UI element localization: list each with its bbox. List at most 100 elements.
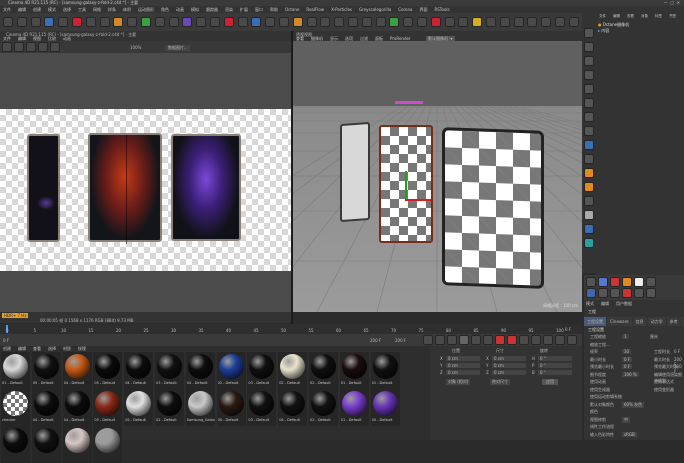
xp-icon[interactable]: [586, 288, 596, 298]
menu-item[interactable]: 运动图形: [138, 6, 154, 13]
tool-icon[interactable]: [646, 288, 656, 298]
palette-tool-icon[interactable]: [584, 70, 594, 80]
menu-item[interactable]: 渲染: [225, 6, 233, 13]
toolbar-tool-icon[interactable]: [403, 17, 414, 27]
material-swatch[interactable]: 01 - Default: [339, 389, 369, 426]
position-key-icon[interactable]: [531, 335, 541, 345]
coord-field[interactable]: 0 cm: [492, 356, 526, 361]
palette-tool-icon[interactable]: [584, 238, 594, 248]
menu-item[interactable]: 角色: [161, 6, 169, 13]
coord-field[interactable]: 0 cm: [492, 363, 526, 368]
toolbar-tool-icon[interactable]: [375, 17, 386, 27]
timeline-ruler[interactable]: 0 5 10 15 20 25 30 35 40 45 50 55 60 65 70 75 80 85 90 95 10…: [0, 324, 582, 334]
coord-field[interactable]: 0 °: [538, 356, 572, 361]
palette-tool-icon[interactable]: [584, 42, 594, 52]
material-swatch[interactable]: 04 - Default: [185, 352, 215, 389]
toolbar-tool-icon[interactable]: [44, 17, 55, 27]
palette-tool-icon[interactable]: [584, 112, 594, 122]
toolbar-tool-icon[interactable]: [279, 17, 289, 27]
toolbar-tool-icon[interactable]: [3, 17, 13, 27]
redshift-icon[interactable]: [610, 277, 620, 287]
attribute-value-2[interactable]: 0 F: [674, 349, 680, 354]
menu-item[interactable]: 网格: [93, 6, 101, 13]
render-icon[interactable]: [2, 42, 12, 52]
menu-item[interactable]: 模式: [48, 6, 56, 13]
toolbar-tool-icon[interactable]: [444, 17, 455, 27]
menu-item[interactable]: X-Particles: [331, 6, 352, 13]
coord-field[interactable]: 0 °: [538, 363, 572, 368]
material-swatch[interactable]: checker: [1, 389, 30, 426]
octane-icon[interactable]: [598, 277, 608, 287]
object-row-camera[interactable]: ● Octane摄像机: [598, 22, 682, 27]
palette-tool-icon[interactable]: [584, 140, 594, 150]
record-key-icon[interactable]: [495, 335, 505, 345]
material-swatch[interactable]: 01 - Default: [370, 352, 400, 389]
toolbar-tool-icon[interactable]: [85, 17, 96, 27]
palette-tool-icon[interactable]: [584, 84, 594, 94]
menu-item[interactable]: 标签: [655, 14, 662, 19]
tool-icon[interactable]: [598, 288, 608, 298]
menu-item[interactable]: 编辑: [18, 6, 26, 13]
rotation-key-icon[interactable]: [543, 335, 553, 345]
palette-tool-icon[interactable]: [584, 56, 594, 66]
attribute-value[interactable]: 100 %: [622, 371, 639, 377]
coord-mode-dropdown[interactable]: 对象 (相对): [446, 379, 471, 385]
material-swatch[interactable]: 02 - Default: [309, 389, 338, 426]
material-swatch[interactable]: 01 - Default: [339, 352, 369, 389]
toolbar-tool-icon[interactable]: [527, 17, 538, 27]
palette-tool-icon[interactable]: [584, 28, 594, 38]
end-frame-2[interactable]: 200 F: [395, 338, 406, 343]
coord-field[interactable]: 0 cm: [446, 356, 480, 361]
menu-item[interactable]: Octane: [285, 6, 299, 13]
material-swatch[interactable]: 04 - Default: [31, 389, 61, 426]
coord-size-dropdown[interactable]: 绝对尺寸: [490, 379, 510, 385]
toolbar-tool-icon[interactable]: [223, 17, 234, 27]
toolbar-tool-icon[interactable]: [417, 17, 427, 27]
start-frame[interactable]: 0 F: [3, 338, 9, 343]
menu-item[interactable]: 文件: [3, 6, 11, 13]
menu-item[interactable]: 编辑: [601, 301, 609, 307]
prev-frame-icon[interactable]: [447, 335, 457, 345]
toolbar-tool-icon[interactable]: [16, 17, 27, 27]
attributes-tab[interactable]: 参考: [666, 317, 681, 326]
toolbar-tool-icon[interactable]: [265, 17, 276, 27]
toolbar-tool-icon[interactable]: [458, 17, 469, 27]
material-swatch[interactable]: 00 - Default: [216, 389, 246, 426]
coord-field[interactable]: 0 cm: [446, 363, 480, 368]
menu-item[interactable]: 模式: [586, 301, 594, 307]
attribute-value[interactable]: sRGB: [622, 431, 637, 437]
material-swatch[interactable]: 03 - Default: [247, 352, 277, 389]
menu-item[interactable]: 动画: [176, 6, 184, 13]
material-swatch[interactable]: 03 - Default: [155, 352, 184, 389]
menu-item[interactable]: RealFlow: [306, 6, 324, 13]
menu-item[interactable]: 工具: [78, 6, 86, 13]
copy-icon[interactable]: [38, 42, 48, 52]
toolbar-tool-icon[interactable]: [99, 17, 110, 27]
toolbar-tool-icon[interactable]: [127, 17, 138, 27]
toolbar-tool-icon[interactable]: [72, 17, 82, 27]
palette-tool-icon[interactable]: [584, 168, 594, 178]
toolbar-tool-icon[interactable]: [541, 17, 552, 27]
toolbar-tool-icon[interactable]: [168, 17, 179, 27]
next-key-icon[interactable]: [483, 335, 493, 345]
toolbar-tool-icon[interactable]: [292, 17, 303, 27]
menu-item[interactable]: 体积: [123, 6, 131, 13]
toolbar-tool-icon[interactable]: [141, 17, 151, 27]
attributes-tab[interactable]: 动力学: [647, 317, 666, 326]
attribute-value[interactable]: 0 F: [622, 364, 633, 369]
object-row-content[interactable]: ▸ 内容: [598, 28, 682, 33]
next-frame-icon[interactable]: [471, 335, 481, 345]
toolbar-tool-icon[interactable]: [555, 17, 565, 27]
material-swatch[interactable]: 01 - Default: [1, 352, 30, 389]
data-dropdown[interactable]: 数据图片..: [165, 45, 190, 51]
attribute-value[interactable]: 60% 灰色: [622, 401, 645, 408]
palette-tool-icon[interactable]: [584, 210, 594, 220]
tool-icon[interactable]: [634, 288, 644, 298]
menu-item[interactable]: 选择: [63, 6, 71, 13]
apply-button[interactable]: 应用: [542, 379, 558, 385]
compare-icon[interactable]: [50, 42, 60, 52]
material-swatch[interactable]: [62, 426, 92, 463]
material-swatch[interactable]: 02 - Default: [309, 352, 338, 389]
autokey-icon[interactable]: [507, 335, 517, 345]
render-canvas[interactable]: [0, 109, 291, 271]
